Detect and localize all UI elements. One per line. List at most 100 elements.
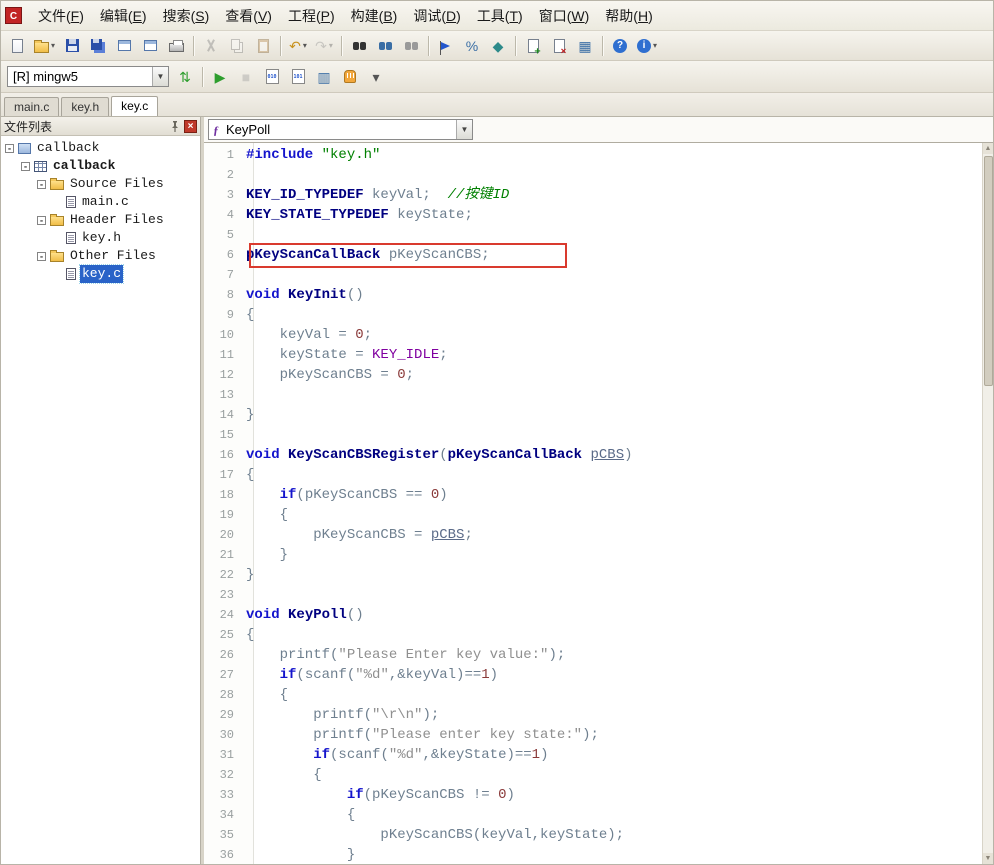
- print-button[interactable]: [164, 34, 188, 58]
- code-line: 1 #include "key.h": [204, 145, 981, 165]
- build-config-combobox[interactable]: [R] mingw5 ▼: [7, 66, 169, 87]
- code-text: {: [246, 507, 289, 523]
- find-replace-button[interactable]: [399, 34, 423, 58]
- step-into-button[interactable]: 101: [286, 65, 310, 89]
- tree-item-callback[interactable]: - callback: [1, 157, 200, 175]
- doc-icon: [66, 268, 76, 280]
- tree-item-label: Other Files: [70, 248, 156, 263]
- menu-item-project[interactable]: 工程(P): [280, 3, 343, 29]
- close-icon[interactable]: ×: [184, 119, 197, 133]
- line-number: 8: [226, 288, 234, 302]
- tree-item-key-h[interactable]: key.h: [1, 229, 200, 247]
- tree-expand-icon[interactable]: -: [37, 215, 46, 225]
- menu-item-file[interactable]: 文件(F): [30, 3, 92, 29]
- dropdown-caret-icon[interactable]: ▾: [329, 41, 333, 50]
- code-line: 19 {: [204, 505, 981, 525]
- dropdown-caret-icon[interactable]: ▾: [653, 41, 657, 50]
- code-line: 6 pKeyScanCallBack pKeyScanCBS;: [204, 245, 981, 265]
- tree-item-header-files[interactable]: - Header Files: [1, 211, 200, 229]
- chevron-down-icon[interactable]: ▼: [152, 67, 168, 86]
- step-over-icon: 010: [265, 69, 279, 84]
- tree-expand-icon[interactable]: -: [37, 251, 46, 261]
- menu-item-help[interactable]: 帮助(H): [597, 3, 660, 29]
- add-file-button[interactable]: [521, 34, 545, 58]
- doc-tab-main-c[interactable]: main.c: [4, 97, 60, 116]
- code-line: 2: [204, 165, 981, 185]
- code-text: {: [246, 767, 322, 783]
- code-text: {: [246, 687, 289, 703]
- line-number: 29: [219, 708, 234, 722]
- vertical-scrollbar[interactable]: ▲ ▼: [982, 143, 993, 864]
- menu-item-edit[interactable]: 编辑(E): [92, 3, 155, 29]
- comment-icon: %: [465, 37, 479, 54]
- code-area[interactable]: 1 #include "key.h" 2 3 KEY_ID_TYPEDEF keyVal…: [204, 143, 993, 864]
- comment-button[interactable]: %: [460, 34, 484, 58]
- export-button[interactable]: ▦: [573, 34, 597, 58]
- close-window-button[interactable]: [112, 34, 136, 58]
- remove-file-button[interactable]: [547, 34, 571, 58]
- code-line: 25 {: [204, 625, 981, 645]
- line-number: 24: [219, 608, 234, 622]
- code-line: 14}: [204, 405, 981, 425]
- about-button[interactable]: i ▾: [634, 34, 660, 58]
- line-number: 3: [226, 188, 234, 202]
- undo-button[interactable]: ↶ ▾: [286, 34, 310, 58]
- chevron-down-icon[interactable]: ▼: [456, 120, 472, 139]
- switch-build-target-button[interactable]: ⇅: [173, 65, 197, 89]
- menu-item-window[interactable]: 窗口(W): [531, 3, 598, 29]
- new-file-button[interactable]: [5, 34, 29, 58]
- find-in-files-button[interactable]: [373, 34, 397, 58]
- code-lines: 1 #include "key.h" 2 3 KEY_ID_TYPEDEF keyVal…: [204, 145, 981, 864]
- doc-tab-key-c[interactable]: key.c: [111, 96, 159, 116]
- close-all-windows-button[interactable]: [138, 34, 162, 58]
- more-build-actions-icon: ▾: [372, 68, 380, 85]
- save-button[interactable]: [60, 34, 84, 58]
- line-number: 14: [219, 408, 234, 422]
- toggle-bookmark-button[interactable]: [434, 34, 458, 58]
- more-build-actions-button[interactable]: ▾: [364, 65, 388, 89]
- run-button[interactable]: ▶: [208, 65, 232, 89]
- menu-item-tools[interactable]: 工具(T): [469, 3, 531, 29]
- line-number: 11: [219, 348, 234, 362]
- build-file-button[interactable]: ▥: [312, 65, 336, 89]
- print-icon: [168, 40, 184, 52]
- step-over-button[interactable]: 010: [260, 65, 284, 89]
- workspace-icon: [18, 142, 31, 154]
- tree-item-callback[interactable]: - callback: [1, 139, 200, 157]
- tree-item-other-files[interactable]: - Other Files: [1, 247, 200, 265]
- pause-button[interactable]: [338, 65, 362, 89]
- tree-expand-icon[interactable]: -: [5, 143, 14, 153]
- menu-item-debug[interactable]: 调试(D): [405, 3, 468, 29]
- menu-item-view[interactable]: 查看(V): [217, 3, 280, 29]
- code-text: void KeyScanCBSRegister(pKeyScanCallBack…: [246, 447, 633, 463]
- menu-item-build[interactable]: 构建(B): [343, 3, 406, 29]
- code-line: 5: [204, 225, 981, 245]
- menu-item-search[interactable]: 搜索(S): [155, 3, 218, 29]
- find-button[interactable]: [347, 34, 371, 58]
- line-number: 31: [219, 748, 234, 762]
- save-all-button[interactable]: [86, 34, 110, 58]
- copy-icon: [231, 38, 241, 50]
- code-line: 24 void KeyPoll(): [204, 605, 981, 625]
- help-button[interactable]: ?: [608, 34, 632, 58]
- line-number: 19: [219, 508, 234, 522]
- tree-expand-icon[interactable]: -: [37, 179, 46, 189]
- tree-item-source-files[interactable]: - Source Files: [1, 175, 200, 193]
- scroll-down-icon[interactable]: ▼: [983, 853, 993, 864]
- open-file-button[interactable]: ▾: [31, 34, 58, 58]
- scrollbar-thumb[interactable]: [984, 156, 993, 386]
- code-line: 32 {: [204, 765, 981, 785]
- dropdown-caret-icon[interactable]: ▾: [303, 41, 307, 50]
- toolbar-separator: [341, 35, 343, 56]
- line-number: 20: [219, 528, 234, 542]
- scroll-up-icon[interactable]: ▲: [983, 143, 993, 154]
- tree-item-main-c[interactable]: main.c: [1, 193, 200, 211]
- goto-line-button[interactable]: ◆: [486, 34, 510, 58]
- remove-file-icon: [553, 38, 567, 57]
- function-selector-combobox[interactable]: ƒ KeyPoll ▼: [208, 119, 473, 140]
- dropdown-caret-icon[interactable]: ▾: [51, 41, 55, 50]
- pin-icon[interactable]: [168, 120, 181, 133]
- tree-expand-icon[interactable]: -: [21, 161, 30, 171]
- doc-tab-key-h[interactable]: key.h: [61, 97, 110, 116]
- tree-item-key-c[interactable]: key.c: [1, 264, 200, 284]
